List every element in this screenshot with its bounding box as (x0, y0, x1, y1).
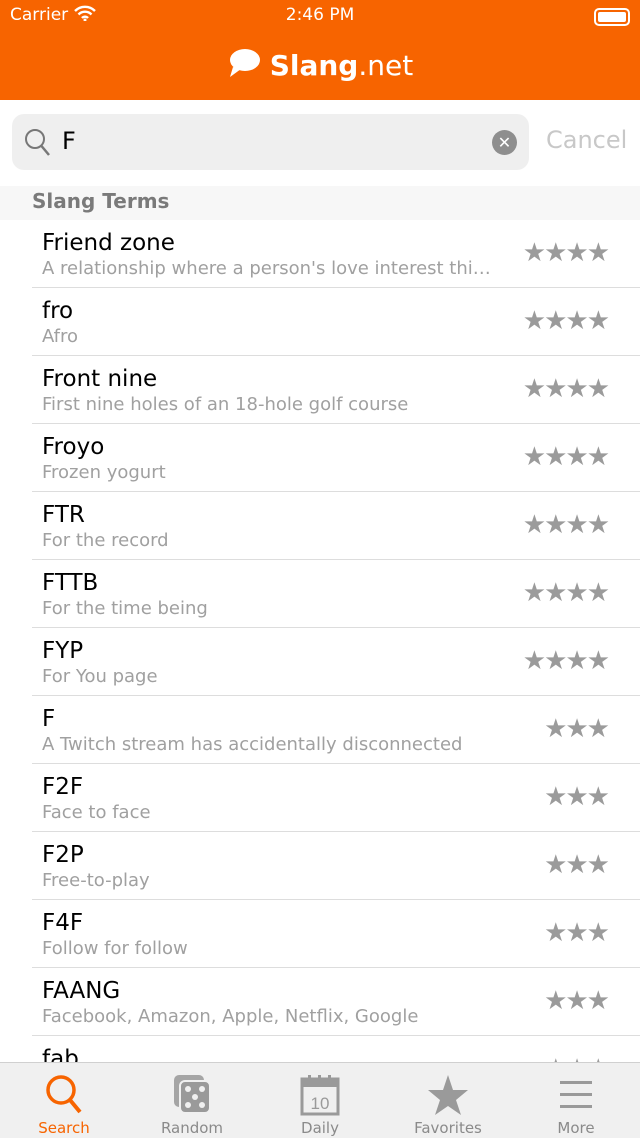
term: F4F (42, 910, 84, 936)
star-icon (428, 1075, 468, 1115)
rating-stars-icon: ★★★ (544, 782, 610, 812)
rating-stars-icon: ★★★★ (522, 238, 610, 268)
definition: For the record (42, 530, 169, 551)
rating-stars-icon: ★★★★ (522, 578, 610, 608)
tab-random[interactable]: Random (128, 1063, 256, 1138)
speech-bubble-icon (229, 49, 260, 77)
rating-stars-icon: ★★★ (544, 850, 610, 880)
tab-daily[interactable]: 10 Daily (256, 1063, 384, 1138)
results-list[interactable]: Friend zone A relationship where a perso… (0, 220, 640, 1104)
term: F2P (42, 842, 84, 868)
term: Friend zone (42, 230, 175, 256)
section-header: Slang Terms (0, 186, 640, 220)
definition: Follow for follow (42, 938, 188, 959)
header: Carrier 2:46 PM Slang.net (0, 0, 640, 100)
list-item[interactable]: FTR For the record ★★★★ (32, 492, 640, 560)
list-item[interactable]: F4F Follow for follow ★★★ (32, 900, 640, 968)
list-item[interactable]: Friend zone A relationship where a perso… (32, 220, 640, 288)
definition: A relationship where a person's love int… (42, 258, 502, 279)
definition: Afro (42, 326, 79, 347)
search-icon (46, 1075, 82, 1114)
definition: Frozen yogurt (42, 462, 166, 483)
definition: Free-to-play (42, 870, 150, 891)
list-item[interactable]: FAANG Facebook, Amazon, Apple, Netflix, … (32, 968, 640, 1036)
definition: For You page (42, 666, 158, 687)
term: FTTB (42, 570, 99, 596)
rating-stars-icon: ★★★ (544, 714, 610, 744)
list-item[interactable]: fro Afro ★★★★ (32, 288, 640, 356)
term: FAANG (42, 978, 121, 1004)
cancel-button[interactable]: Cancel (546, 126, 627, 154)
rating-stars-icon: ★★★★ (522, 306, 610, 336)
clock: 2:46 PM (285, 5, 355, 25)
definition: Facebook, Amazon, Apple, Netflix, Google (42, 1006, 419, 1027)
calendar-icon: 10 (300, 1075, 340, 1116)
rating-stars-icon: ★★★★ (522, 442, 610, 472)
tab-favorites[interactable]: Favorites (384, 1063, 512, 1138)
rating-stars-icon: ★★★ (544, 986, 610, 1016)
term: FYP (42, 638, 84, 664)
svg-text:10: 10 (311, 1094, 330, 1113)
list-item[interactable]: F A Twitch stream has accidentally disco… (32, 696, 640, 764)
definition: First nine holes of an 18-hole golf cour… (42, 394, 409, 415)
term: fro (42, 298, 74, 324)
term: Front nine (42, 366, 158, 392)
battery-icon (594, 8, 630, 26)
term: F (42, 706, 56, 732)
list-item[interactable]: F2P Free-to-play ★★★ (32, 832, 640, 900)
definition: Face to face (42, 802, 151, 823)
clear-icon[interactable]: ✕ (492, 130, 517, 155)
list-item[interactable]: FYP For You page ★★★★ (32, 628, 640, 696)
rating-stars-icon: ★★★★ (522, 646, 610, 676)
list-item[interactable]: F2F Face to face ★★★ (32, 764, 640, 832)
rating-stars-icon: ★★★★ (522, 374, 610, 404)
definition: A Twitch stream has accidentally disconn… (42, 734, 463, 755)
list-item[interactable]: Front nine First nine holes of an 18-hol… (32, 356, 640, 424)
status-bar: Carrier 2:46 PM (10, 5, 630, 29)
tab-bar: Search Random 10 Daily Favorites More (0, 1062, 640, 1138)
search-icon (25, 129, 50, 156)
term: F2F (42, 774, 84, 800)
menu-icon (560, 1081, 592, 1108)
tab-more[interactable]: More (512, 1063, 640, 1138)
search-input[interactable]: F ✕ (12, 114, 529, 170)
app-logo: Slang.net (0, 47, 640, 82)
dice-icon (174, 1075, 211, 1114)
term: Froyo (42, 434, 105, 460)
list-item[interactable]: Froyo Frozen yogurt ★★★★ (32, 424, 640, 492)
rating-stars-icon: ★★★★ (522, 510, 610, 540)
tab-search[interactable]: Search (0, 1063, 128, 1138)
rating-stars-icon: ★★★ (544, 918, 610, 948)
list-item[interactable]: FTTB For the time being ★★★★ (32, 560, 640, 628)
definition: For the time being (42, 598, 208, 619)
term: FTR (42, 502, 85, 528)
